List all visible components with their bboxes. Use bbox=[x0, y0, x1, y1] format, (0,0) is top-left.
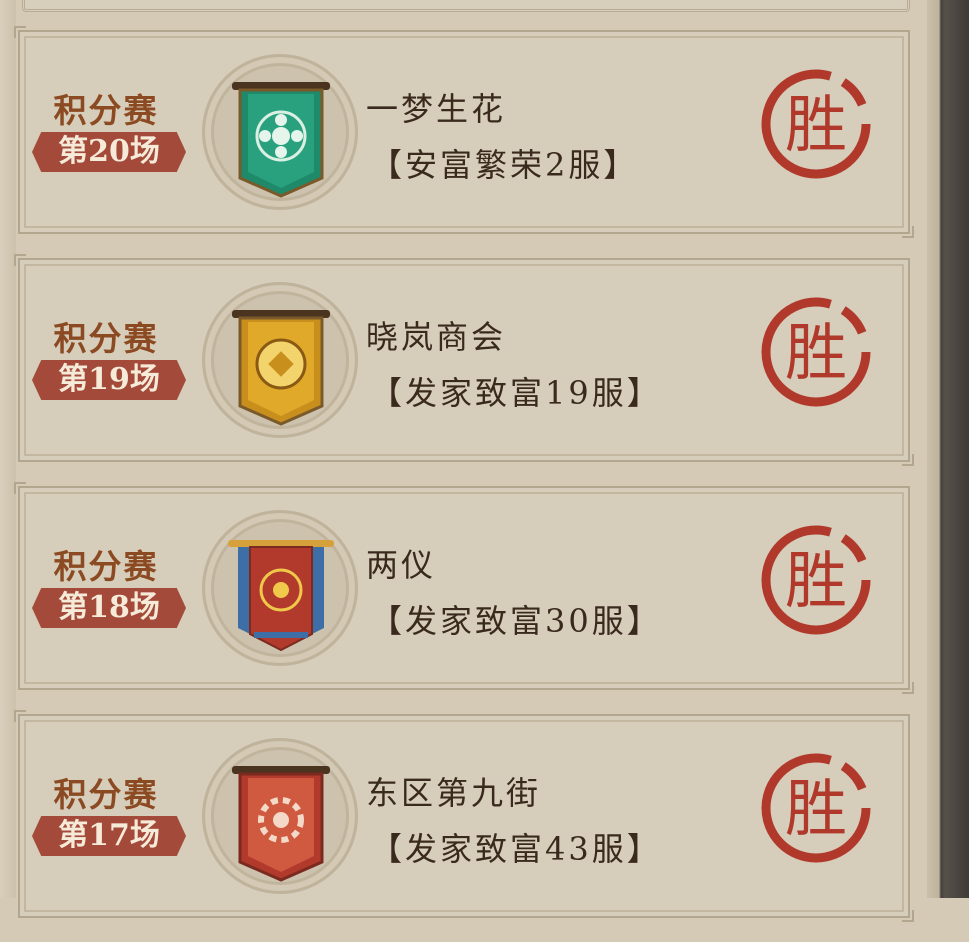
mode-label: 积分赛 bbox=[53, 547, 159, 586]
left-panel-edge bbox=[0, 0, 16, 898]
victory-seal-icon: 胜 bbox=[761, 297, 871, 407]
victory-seal-icon: 胜 bbox=[761, 525, 871, 635]
gold-guild-banner-icon bbox=[232, 310, 330, 426]
server-name: 【发家致富30服】 bbox=[370, 602, 662, 640]
mode-label: 积分赛 bbox=[53, 91, 159, 130]
svg-text:胜: 胜 bbox=[785, 316, 847, 389]
guild-name: 东区第九街 bbox=[366, 774, 542, 812]
mode-label: 积分赛 bbox=[53, 775, 159, 814]
green-guild-banner-icon bbox=[232, 82, 330, 198]
server-name: 【安富繁荣2服】 bbox=[370, 146, 639, 184]
round-tag: 第18场 bbox=[32, 588, 186, 628]
victory-seal-icon: 胜 bbox=[761, 69, 871, 179]
red-guild-banner-icon bbox=[232, 766, 330, 882]
previous-card-edge bbox=[22, 0, 910, 12]
guild-name: 晓岚商会 bbox=[366, 318, 507, 356]
match-card[interactable]: 积分赛 第17场 东区第九街 【发家致富43服】 胜 bbox=[14, 710, 914, 922]
guild-name: 一梦生花 bbox=[366, 90, 507, 128]
guild-name: 两仪 bbox=[366, 546, 437, 584]
match-card[interactable]: 积分赛 第18场 两仪 【发家致富30服】 胜 bbox=[14, 482, 914, 694]
match-history-list[interactable]: 积分赛 第20场 一梦生花 【安富繁荣2服】 胜 积分赛 第19场 晓岚商会 【… bbox=[14, 26, 914, 942]
round-tag: 第19场 bbox=[32, 360, 186, 400]
server-name: 【发家致富19服】 bbox=[370, 374, 662, 412]
scroll-track[interactable] bbox=[927, 0, 969, 898]
server-name: 【发家致富43服】 bbox=[370, 830, 662, 868]
svg-text:胜: 胜 bbox=[785, 88, 847, 161]
match-card[interactable]: 积分赛 第20场 一梦生花 【安富繁荣2服】 胜 bbox=[14, 26, 914, 238]
round-tag: 第17场 bbox=[32, 816, 186, 856]
red-blue-guild-banner-icon bbox=[228, 540, 334, 652]
svg-text:胜: 胜 bbox=[785, 544, 847, 617]
match-card[interactable]: 积分赛 第19场 晓岚商会 【发家致富19服】 胜 bbox=[14, 254, 914, 466]
mode-label: 积分赛 bbox=[53, 319, 159, 358]
svg-text:胜: 胜 bbox=[785, 772, 847, 845]
round-tag: 第20场 bbox=[32, 132, 186, 172]
victory-seal-icon: 胜 bbox=[761, 753, 871, 863]
